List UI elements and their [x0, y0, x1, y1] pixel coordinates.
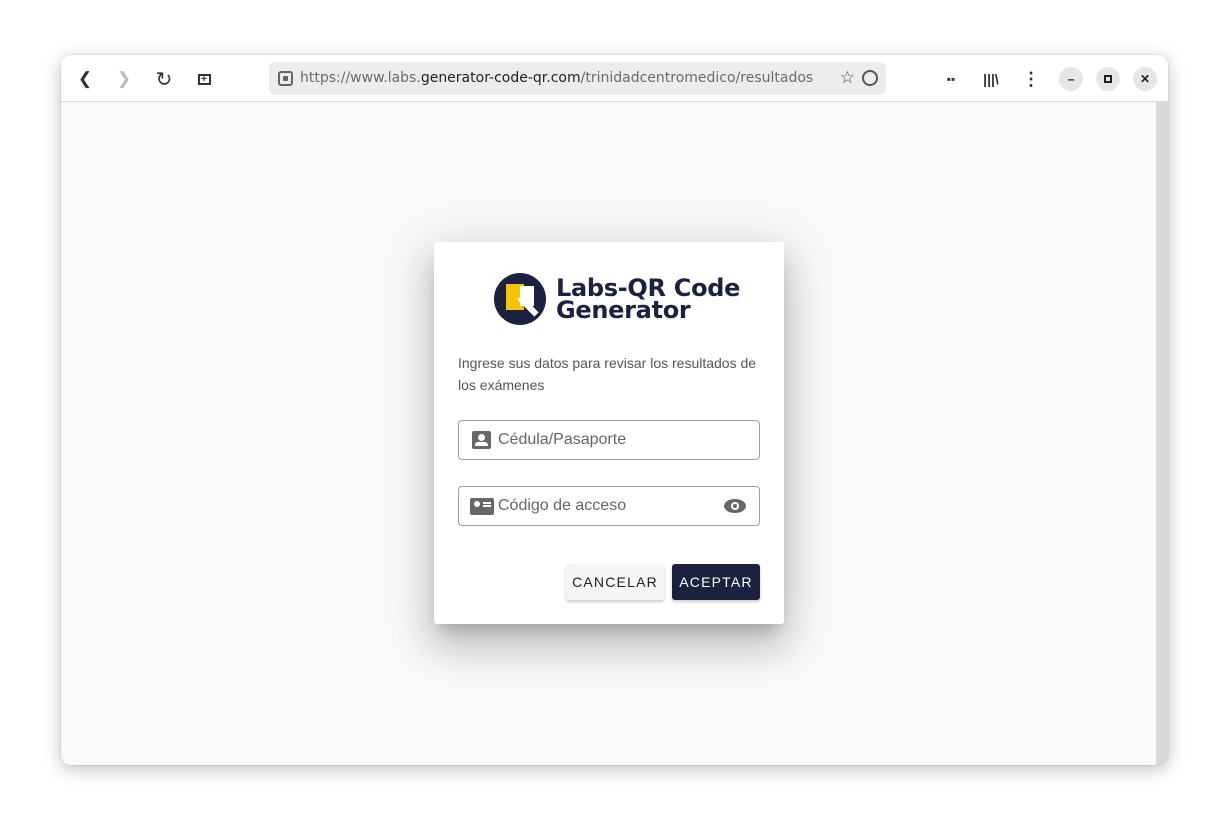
extensions-icon[interactable]: ▪▪: [938, 66, 964, 92]
browser-window: ❮ ❯ ↻ + https://www.labs.generator-code-…: [61, 55, 1168, 765]
access-code-input[interactable]: Código de acceso: [458, 486, 760, 526]
close-button[interactable]: ✕: [1133, 67, 1157, 91]
minimize-button[interactable]: –: [1059, 67, 1083, 91]
new-tab-icon[interactable]: +: [191, 66, 217, 92]
logo: Labs-QR Code Generator: [494, 273, 740, 325]
address-bar[interactable]: https://www.labs.generator-code-qr.com/t…: [269, 62, 886, 95]
code-placeholder: Código de acceso: [498, 497, 627, 514]
menu-icon[interactable]: ⋮: [1018, 66, 1044, 92]
url-prefix: https://www.labs.: [300, 70, 421, 86]
logo-icon: [494, 273, 546, 325]
person-icon: [472, 431, 491, 449]
login-dialog: Labs-QR Code Generator Ingrese sus datos …: [434, 242, 784, 624]
maximize-button[interactable]: [1096, 67, 1120, 91]
eye-icon[interactable]: [724, 499, 746, 513]
scrollbar[interactable]: [1156, 102, 1168, 765]
library-icon[interactable]: |||\: [978, 66, 1004, 92]
lock-icon: [278, 71, 293, 86]
back-icon[interactable]: ❮: [72, 66, 98, 92]
id-input[interactable]: Cédula/Pasaporte: [458, 420, 760, 460]
cancel-button[interactable]: CANCELAR: [566, 564, 664, 600]
id-card-icon: [470, 498, 494, 515]
url-path: /trinidadcentromedico/resultados: [580, 70, 814, 86]
url-domain: generator-code-qr.com: [420, 70, 581, 86]
logo-line2: Generator: [556, 296, 691, 324]
accept-button[interactable]: ACEPTAR: [672, 564, 760, 600]
star-icon[interactable]: ☆: [840, 62, 855, 95]
password-key-icon[interactable]: [862, 70, 878, 86]
id-placeholder: Cédula/Pasaporte: [498, 431, 627, 448]
description: Ingrese sus datos para revisar los resul…: [458, 355, 757, 393]
forward-icon[interactable]: ❯: [111, 66, 137, 92]
browser-toolbar: ❮ ❯ ↻ + https://www.labs.generator-code-…: [61, 55, 1168, 102]
reload-icon[interactable]: ↻: [151, 66, 177, 92]
